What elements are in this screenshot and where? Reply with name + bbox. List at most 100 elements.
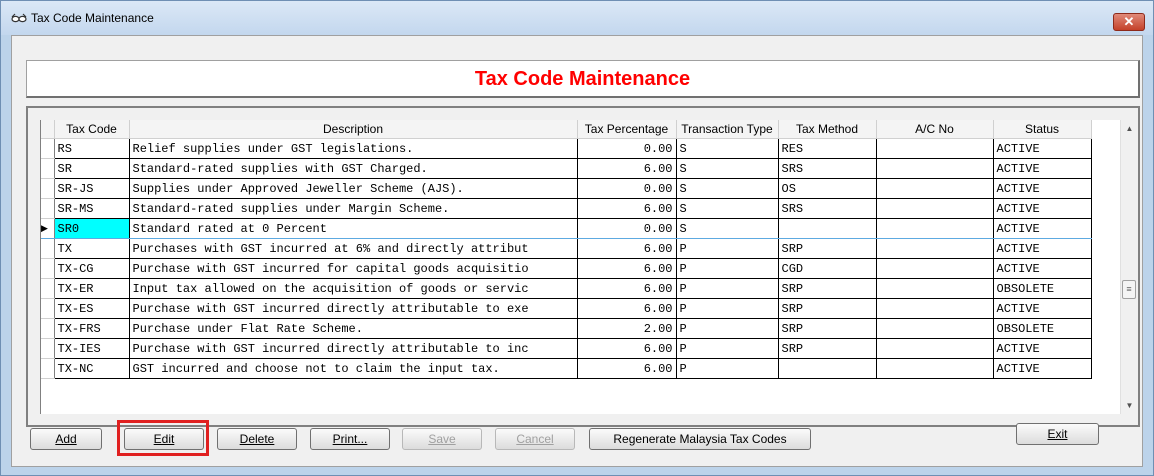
cell-transaction-type[interactable]: S bbox=[676, 138, 779, 159]
table-row[interactable]: RS Relief supplies under GST legislations… bbox=[41, 138, 1092, 159]
cell-transaction-type[interactable]: S bbox=[676, 218, 779, 239]
tax-code-grid[interactable]: Tax Code Description Tax Percentage Transac… bbox=[40, 120, 1121, 414]
cell-ac-no[interactable] bbox=[876, 218, 994, 239]
cell-tax-method[interactable]: SRP bbox=[778, 298, 877, 319]
cell-ac-no[interactable] bbox=[876, 278, 994, 299]
row-header[interactable] bbox=[41, 278, 55, 299]
cell-ac-no[interactable] bbox=[876, 158, 994, 179]
cell-transaction-type[interactable]: P bbox=[676, 318, 779, 339]
row-header[interactable]: ▶ bbox=[41, 218, 55, 239]
cell-tax-method[interactable]: SRP bbox=[778, 238, 877, 259]
row-header[interactable] bbox=[41, 198, 55, 219]
cell-tax-percentage[interactable]: 6.00 bbox=[577, 298, 677, 319]
column-header-description[interactable]: Description bbox=[129, 120, 578, 139]
column-header-ac-no[interactable]: A/C No bbox=[876, 120, 994, 139]
cell-tax-percentage[interactable]: 6.00 bbox=[577, 278, 677, 299]
table-row[interactable]: SR Standard-rated supplies with GST Charg… bbox=[41, 158, 1092, 179]
cell-status[interactable]: ACTIVE bbox=[993, 338, 1092, 359]
cell-tax-code[interactable]: TX-CG bbox=[54, 258, 130, 279]
cell-status[interactable]: ACTIVE bbox=[993, 158, 1092, 179]
table-row[interactable]: TX Purchases with GST incurred at 6% and … bbox=[41, 238, 1092, 259]
cell-tax-percentage[interactable]: 6.00 bbox=[577, 338, 677, 359]
cell-tax-percentage[interactable]: 0.00 bbox=[577, 218, 677, 239]
cancel-button[interactable]: Cancel bbox=[495, 428, 575, 450]
regenerate-tax-codes-button[interactable]: Regenerate Malaysia Tax Codes bbox=[589, 428, 811, 450]
cell-tax-code[interactable]: SR-JS bbox=[54, 178, 130, 199]
cell-tax-percentage[interactable]: 6.00 bbox=[577, 358, 677, 379]
table-row[interactable]: SR-MS Standard-rated supplies under Margi… bbox=[41, 198, 1092, 219]
cell-transaction-type[interactable]: S bbox=[676, 158, 779, 179]
cell-ac-no[interactable] bbox=[876, 178, 994, 199]
row-header[interactable] bbox=[41, 158, 55, 179]
cell-description[interactable]: Input tax allowed on the acquisition of … bbox=[129, 278, 578, 299]
cell-description[interactable]: Purchase with GST incurred directly attr… bbox=[129, 298, 578, 319]
cell-status[interactable]: ACTIVE bbox=[993, 178, 1092, 199]
cell-transaction-type[interactable]: S bbox=[676, 198, 779, 219]
cell-tax-method[interactable]: CGD bbox=[778, 258, 877, 279]
cell-status[interactable]: ACTIVE bbox=[993, 358, 1092, 379]
cell-tax-percentage[interactable]: 0.00 bbox=[577, 178, 677, 199]
cell-transaction-type[interactable]: P bbox=[676, 298, 779, 319]
row-header[interactable] bbox=[41, 238, 55, 259]
column-header-status[interactable]: Status bbox=[993, 120, 1092, 139]
cell-ac-no[interactable] bbox=[876, 358, 994, 379]
cell-ac-no[interactable] bbox=[876, 258, 994, 279]
cell-transaction-type[interactable]: P bbox=[676, 278, 779, 299]
cell-tax-method[interactable]: SRP bbox=[778, 338, 877, 359]
cell-tax-percentage[interactable]: 6.00 bbox=[577, 238, 677, 259]
save-button[interactable]: Save bbox=[402, 428, 482, 450]
cell-tax-code[interactable]: TX bbox=[54, 238, 130, 259]
title-bar[interactable]: Tax Code Maintenance ✕ bbox=[1, 1, 1153, 35]
cell-tax-code[interactable]: SR0 bbox=[54, 218, 130, 239]
cell-tax-method[interactable]: SRP bbox=[778, 318, 877, 339]
table-row[interactable]: TX-ES Purchase with GST incurred directly… bbox=[41, 298, 1092, 319]
cell-transaction-type[interactable]: P bbox=[676, 258, 779, 279]
cell-tax-code[interactable]: TX-IES bbox=[54, 338, 130, 359]
cell-tax-method[interactable]: SRS bbox=[778, 158, 877, 179]
cell-tax-code[interactable]: TX-ES bbox=[54, 298, 130, 319]
cell-ac-no[interactable] bbox=[876, 318, 994, 339]
cell-ac-no[interactable] bbox=[876, 198, 994, 219]
cell-transaction-type[interactable]: P bbox=[676, 238, 779, 259]
cell-tax-percentage[interactable]: 0.00 bbox=[577, 138, 677, 159]
cell-tax-method[interactable] bbox=[778, 358, 877, 379]
close-button[interactable]: ✕ bbox=[1113, 13, 1145, 31]
cell-status[interactable]: ACTIVE bbox=[993, 198, 1092, 219]
cell-description[interactable]: GST incurred and choose not to claim the… bbox=[129, 358, 578, 379]
table-row[interactable]: SR-JS Supplies under Approved Jeweller Sc… bbox=[41, 178, 1092, 199]
cell-transaction-type[interactable]: P bbox=[676, 358, 779, 379]
table-row[interactable]: TX-IES Purchase with GST incurred directl… bbox=[41, 338, 1092, 359]
cell-description[interactable]: Standard-rated supplies under Margin Sch… bbox=[129, 198, 578, 219]
cell-description[interactable]: Standard-rated supplies with GST Charged… bbox=[129, 158, 578, 179]
row-header[interactable] bbox=[41, 298, 55, 319]
scrollbar-thumb[interactable]: ≡ bbox=[1122, 280, 1136, 299]
table-row[interactable]: TX-NC GST incurred and choose not to clai… bbox=[41, 358, 1092, 379]
cell-tax-code[interactable]: SR bbox=[54, 158, 130, 179]
cell-description[interactable]: Supplies under Approved Jeweller Scheme … bbox=[129, 178, 578, 199]
cell-description[interactable]: Standard rated at 0 Percent bbox=[129, 218, 578, 239]
scroll-down-arrow-icon[interactable]: ▼ bbox=[1121, 397, 1138, 414]
table-row[interactable]: TX-CG Purchase with GST incurred for capi… bbox=[41, 258, 1092, 279]
cell-tax-method[interactable]: SRS bbox=[778, 198, 877, 219]
table-row[interactable]: TX-FRS Purchase under Flat Rate Scheme. 2.… bbox=[41, 318, 1092, 339]
cell-tax-code[interactable]: TX-FRS bbox=[54, 318, 130, 339]
cell-tax-percentage[interactable]: 2.00 bbox=[577, 318, 677, 339]
cell-description[interactable]: Purchase with GST incurred for capital g… bbox=[129, 258, 578, 279]
row-header[interactable] bbox=[41, 138, 55, 159]
cell-transaction-type[interactable]: P bbox=[676, 338, 779, 359]
cell-tax-percentage[interactable]: 6.00 bbox=[577, 158, 677, 179]
cell-status[interactable]: OBSOLETE bbox=[993, 318, 1092, 339]
row-header[interactable] bbox=[41, 318, 55, 339]
column-header-transaction-type[interactable]: Transaction Type bbox=[676, 120, 779, 139]
row-header[interactable] bbox=[41, 178, 55, 199]
print-button[interactable]: Print... bbox=[310, 428, 390, 450]
cell-tax-code[interactable]: RS bbox=[54, 138, 130, 159]
cell-description[interactable]: Purchases with GST incurred at 6% and di… bbox=[129, 238, 578, 259]
cell-status[interactable]: ACTIVE bbox=[993, 258, 1092, 279]
delete-button[interactable]: Delete bbox=[217, 428, 297, 450]
vertical-scrollbar[interactable]: ▲ ≡ ▼ bbox=[1120, 120, 1138, 414]
cell-tax-code[interactable]: TX-ER bbox=[54, 278, 130, 299]
cell-tax-code[interactable]: TX-NC bbox=[54, 358, 130, 379]
cell-transaction-type[interactable]: S bbox=[676, 178, 779, 199]
add-button[interactable]: Add bbox=[30, 428, 102, 450]
